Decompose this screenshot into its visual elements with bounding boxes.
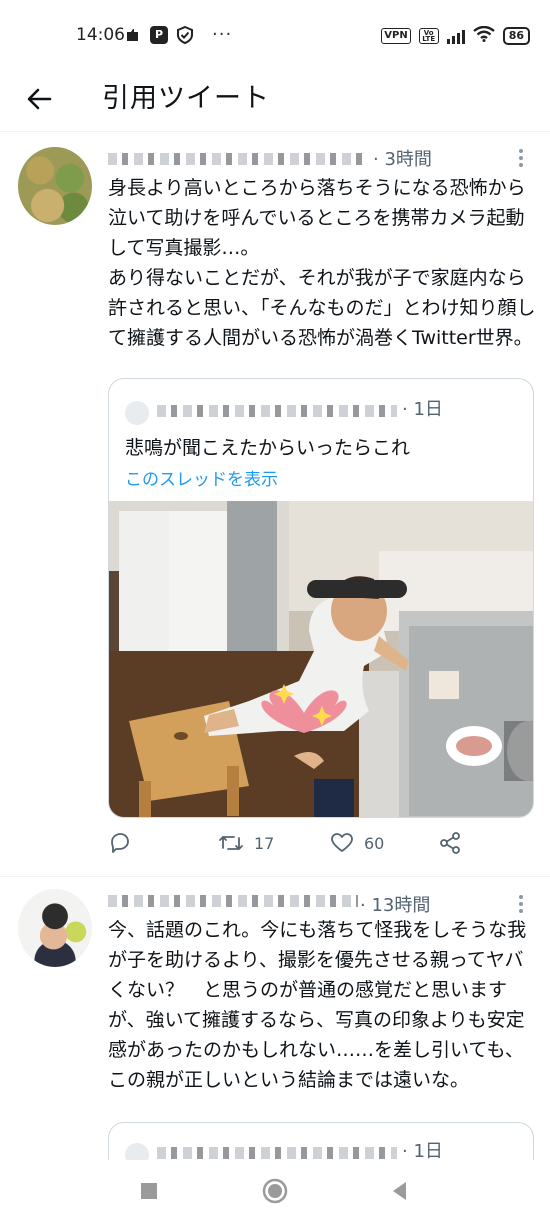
- status-left-icons: P ···: [124, 24, 232, 45]
- quote-photo[interactable]: [109, 501, 533, 817]
- quoted-tweet[interactable]: · 1日 悲鳴が聞こえたからいったらこれ このスレッドを表示: [108, 378, 534, 818]
- retweet-icon: [219, 836, 243, 850]
- retweet-button[interactable]: 17: [218, 831, 274, 855]
- tweet-text: 身長より高いところから落ちそうになる恐怖から泣いて助けを呼んでいるところを携帯カ…: [108, 177, 536, 349]
- back-button[interactable]: [20, 78, 60, 118]
- app-header: 引用ツイート: [0, 70, 550, 132]
- share-icon: [440, 832, 460, 854]
- author-name-redacted[interactable]: [108, 153, 368, 165]
- author-name-redacted[interactable]: [108, 895, 358, 907]
- quote-avatar: [125, 401, 149, 425]
- quote-text: 悲鳴が聞こえたからいったらこれ: [125, 437, 411, 459]
- more-notifications-icon: ···: [212, 24, 233, 45]
- status-bar: 14:06 P ··· VPN Vo LTE 86: [0, 0, 550, 70]
- app-p-icon: P: [150, 25, 168, 44]
- tweet-time: · 13時間: [360, 895, 431, 916]
- reply-icon: [111, 833, 129, 853]
- tweet-2[interactable]: · 13時間 今、話題のこれ。今にも落ちて怪我をしそうな我が子を助けるより、撮影…: [0, 877, 550, 1182]
- quote-author-redacted[interactable]: [157, 1147, 397, 1159]
- more-options-button[interactable]: [518, 895, 524, 913]
- triangle-back-icon: [393, 1182, 406, 1200]
- status-right: VPN Vo LTE 86: [381, 25, 530, 46]
- system-nav-bar: [0, 1160, 550, 1222]
- notification-icon: [124, 26, 142, 44]
- quote-time: · 1日: [402, 399, 443, 420]
- tweet-time: · 3時間: [373, 149, 432, 170]
- status-time: 14:06: [76, 25, 125, 45]
- page-title: 引用ツイート: [102, 83, 270, 114]
- square-icon: [141, 1183, 157, 1199]
- arrow-left-icon: [27, 88, 52, 110]
- quote-author-redacted[interactable]: [157, 405, 397, 417]
- tweet-1[interactable]: · 3時間 身長より高いところから落ちそうになる恐怖から泣いて助けを呼んでいると…: [0, 133, 550, 875]
- share-button[interactable]: [438, 831, 462, 855]
- back-nav-button[interactable]: [388, 1178, 412, 1204]
- recent-apps-button[interactable]: [138, 1180, 160, 1202]
- signal-icon: [446, 28, 465, 44]
- like-button[interactable]: 60: [330, 831, 384, 855]
- tweet-text: 今、話題のこれ。今にも落ちて怪我をしそうな我が子を助けるより、撮影を優先させる親…: [108, 919, 527, 1091]
- vpn-icon: VPN: [381, 28, 411, 44]
- tweet-actions: 17 60: [108, 831, 528, 871]
- like-count: 60: [364, 833, 385, 853]
- reply-button[interactable]: [108, 831, 142, 855]
- home-circle-icon: [262, 1178, 288, 1204]
- retweet-count: 17: [254, 833, 275, 853]
- avatar[interactable]: [18, 147, 92, 225]
- more-options-button[interactable]: [518, 149, 524, 167]
- show-thread-link[interactable]: このスレッドを表示: [125, 465, 278, 490]
- shield-check-icon: [176, 25, 194, 44]
- wifi-icon: [472, 25, 495, 46]
- battery-icon: 86: [502, 27, 530, 45]
- volte-icon: Vo LTE: [418, 28, 439, 44]
- home-button[interactable]: [260, 1176, 290, 1206]
- heart-icon: [331, 833, 353, 852]
- avatar[interactable]: [18, 889, 92, 967]
